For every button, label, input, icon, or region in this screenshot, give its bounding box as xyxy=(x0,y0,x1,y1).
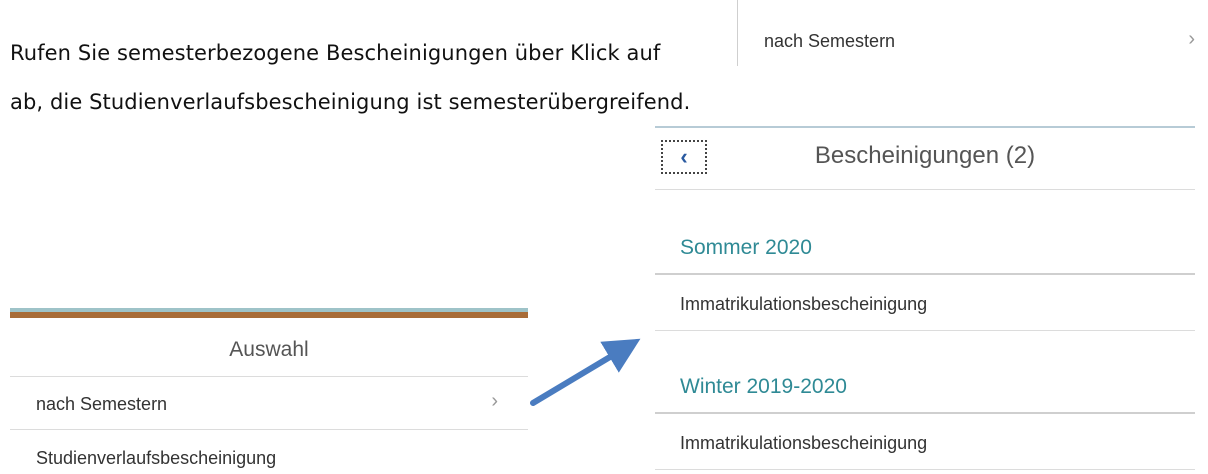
panel-top-border xyxy=(655,126,1195,128)
group-heading-sommer-2020: Sommer 2020 xyxy=(680,236,812,259)
divider xyxy=(10,376,528,377)
divider xyxy=(655,273,1195,275)
divider xyxy=(655,412,1195,414)
menu-item-studienverlaufsbescheinigung[interactable]: Studienverlaufsbescheinigung xyxy=(36,448,276,469)
semester-option-snippet[interactable]: nach Semestern › xyxy=(737,0,1208,66)
divider xyxy=(655,330,1195,331)
accent-bar-bottom xyxy=(10,312,528,318)
divider xyxy=(655,189,1195,190)
list-item-immatrikulationsbescheinigung[interactable]: Immatrikulationsbescheinigung xyxy=(680,294,927,315)
panel-title: Bescheinigungen (2) xyxy=(814,142,1036,169)
divider xyxy=(655,469,1195,470)
auswahl-panel: Auswahl nach Semestern › Studienverlaufs… xyxy=(10,308,528,474)
bescheinigungen-panel: ‹ Bescheinigungen (2) Sommer 2020 Immatr… xyxy=(655,126,1195,474)
chevron-right-icon: › xyxy=(491,390,498,412)
menu-item-nach-semestern[interactable]: nach Semestern xyxy=(36,394,167,415)
instruction-line-2: ab, die Studienverlaufsbescheinigung ist… xyxy=(10,90,691,114)
chevron-right-icon: › xyxy=(1188,28,1195,50)
instruction-line-1: Rufen Sie semesterbezogene Bescheinigung… xyxy=(10,41,661,65)
panel-title: Auswahl xyxy=(229,338,309,361)
list-item-immatrikulationsbescheinigung[interactable]: Immatrikulationsbescheinigung xyxy=(680,433,927,454)
pointer-arrow-icon xyxy=(530,338,641,406)
snippet-label: nach Semestern xyxy=(764,31,896,51)
divider xyxy=(10,429,528,430)
group-heading-winter-2019-2020: Winter 2019-2020 xyxy=(680,375,847,398)
